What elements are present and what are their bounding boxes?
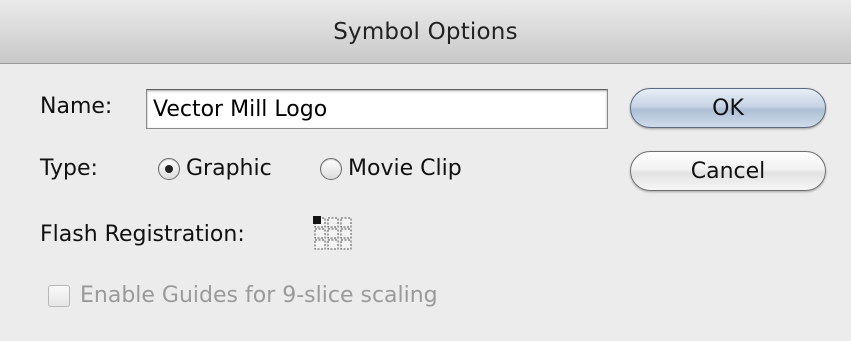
radio-dot (165, 164, 173, 173)
type-radio-graphic[interactable]: Graphic (158, 156, 272, 181)
cancel-button[interactable]: Cancel (630, 151, 826, 191)
nine-slice-checkbox-row: Enable Guides for 9-slice scaling (48, 283, 438, 308)
nine-slice-label: Enable Guides for 9-slice scaling (80, 283, 438, 308)
nine-slice-checkbox (48, 284, 70, 307)
type-option-label: Movie Clip (348, 156, 462, 181)
registration-label: Flash Registration: (40, 222, 245, 247)
radio-button-unselected[interactable] (320, 157, 342, 180)
name-input[interactable] (146, 89, 608, 129)
ok-button[interactable]: OK (630, 88, 826, 128)
ok-button-label: OK (712, 95, 744, 121)
title-bar[interactable]: Symbol Options (0, 0, 851, 64)
radio-button-selected[interactable] (158, 157, 180, 180)
type-option-label: Graphic (186, 156, 272, 181)
dialog-title: Symbol Options (333, 18, 518, 45)
registration-selected-point (313, 216, 321, 224)
type-label: Type: (40, 156, 98, 181)
cancel-button-label: Cancel (690, 158, 766, 184)
type-radio-movie-clip[interactable]: Movie Clip (320, 156, 462, 181)
name-label: Name: (40, 94, 113, 119)
symbol-options-dialog: Symbol Options Name: Type: Graphic Movie… (0, 0, 851, 341)
registration-point-grid-icon[interactable] (312, 216, 354, 250)
